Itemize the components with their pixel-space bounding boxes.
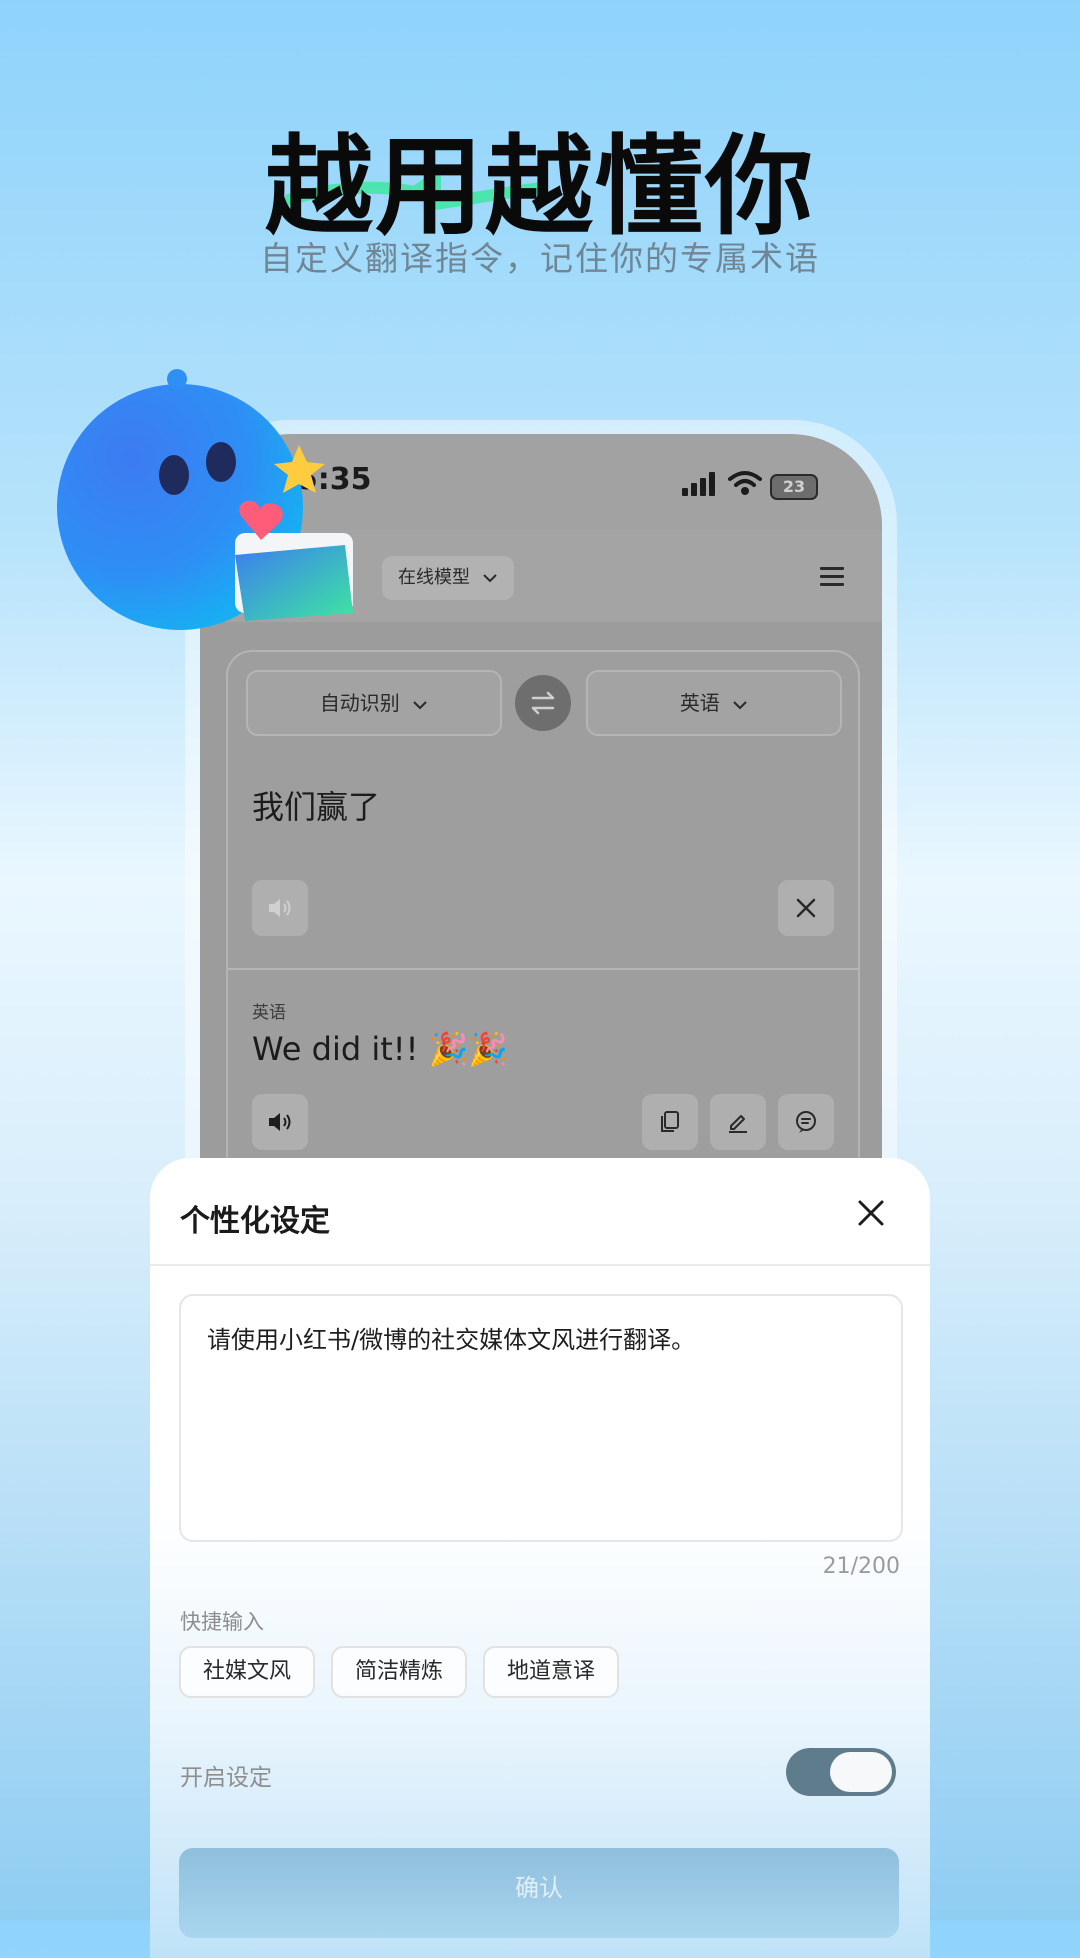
enable-setting-toggle[interactable] (786, 1748, 896, 1796)
source-language-select[interactable]: 自动识别 (246, 670, 502, 736)
chat-button[interactable] (778, 1094, 834, 1150)
clear-text-button[interactable] (778, 880, 834, 936)
copy-button[interactable] (642, 1094, 698, 1150)
speaker-icon (269, 899, 291, 917)
source-speak-button[interactable] (252, 880, 308, 936)
personalization-sheet: 个性化设定 请使用小红书/微博的社交媒体文风进行翻译。 21/200 快捷输入 … (150, 1158, 930, 1958)
mascot-illustration (57, 369, 353, 630)
chat-icon (796, 1111, 816, 1133)
signal-icon (682, 472, 715, 496)
chevron-down-icon (413, 701, 427, 710)
instruction-text: 请使用小红书/微博的社交媒体文风进行翻译。 (207, 1326, 696, 1354)
hamburger-menu-icon[interactable] (818, 566, 846, 588)
card-divider (228, 968, 858, 970)
target-language-label: 英语 (679, 691, 720, 715)
swap-icon (531, 691, 555, 715)
source-language-label: 自动识别 (319, 691, 400, 715)
battery-icon: 23 (770, 474, 818, 500)
wifi-icon (728, 471, 762, 495)
swap-languages-button[interactable] (515, 675, 571, 731)
close-icon (796, 898, 816, 918)
speaker-icon (269, 1113, 291, 1131)
target-language-select[interactable]: 英语 (586, 670, 842, 736)
quick-chip-social-style[interactable]: 社媒文风 (179, 1646, 315, 1698)
instruction-textarea[interactable]: 请使用小红书/微博的社交媒体文风进行翻译。 (179, 1294, 903, 1542)
enable-setting-label: 开启设定 (180, 1765, 272, 1791)
edit-button[interactable] (710, 1094, 766, 1150)
close-icon[interactable] (856, 1198, 886, 1228)
quick-input-label: 快捷输入 (180, 1610, 264, 1634)
model-select[interactable]: 在线模型 (382, 556, 514, 600)
source-text[interactable]: 我们赢了 (252, 782, 380, 828)
model-select-label: 在线模型 (398, 567, 470, 588)
chevron-down-icon (733, 701, 747, 710)
edit-icon (729, 1115, 747, 1133)
quick-chip-idiomatic[interactable]: 地道意译 (483, 1646, 619, 1698)
hero-title: 越用越懂你 (264, 125, 815, 250)
sheet-divider (150, 1264, 930, 1266)
chevron-down-icon (483, 574, 497, 583)
confirm-button[interactable]: 确认 (179, 1848, 899, 1938)
translated-text: We did it!! 🎉🎉 (252, 1030, 509, 1068)
target-language-tag: 英语 (252, 1003, 286, 1023)
toggle-knob (830, 1752, 892, 1792)
char-counter: 21/200 (822, 1554, 900, 1579)
quick-chip-concise[interactable]: 简洁精炼 (331, 1646, 467, 1698)
target-speak-button[interactable] (252, 1094, 308, 1150)
copy-icon (661, 1111, 679, 1132)
sheet-title: 个性化设定 (180, 1204, 330, 1239)
